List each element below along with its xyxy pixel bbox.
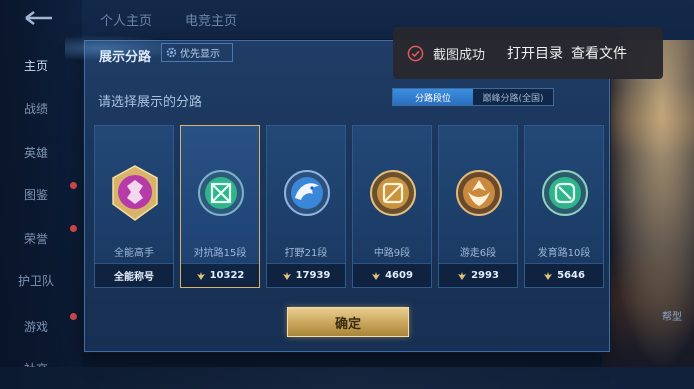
- route-card-all-rounder[interactable]: 全能高手 全能称号: [94, 125, 174, 288]
- tab-route-rank[interactable]: 分路段位: [393, 89, 473, 105]
- rank-score-icon: [372, 271, 381, 280]
- dialog-subtitle: 请选择展示的分路: [98, 95, 203, 110]
- bottom-bar: [0, 367, 694, 389]
- toast-message: 截图成功: [433, 46, 486, 62]
- rank-score-icon: [544, 271, 553, 280]
- notification-dot: [70, 182, 77, 189]
- sidebar-item-codex[interactable]: 图鉴: [24, 186, 48, 203]
- route-card-title: 全能称号: [114, 272, 154, 283]
- tab-esports-home[interactable]: 电竞主页: [185, 10, 237, 29]
- route-card-footer: 全能称号: [95, 263, 173, 287]
- sidebar-item-home[interactable]: 主页: [24, 57, 48, 74]
- sidebar-item-honor[interactable]: 荣誉: [24, 230, 48, 247]
- route-display-dialog: 展示分路 优先显示 请选择展示的分路 分路段位 巅峰分路(全国) 全能高手 全能…: [65, 35, 610, 352]
- route-card-name: 发育路10段: [537, 248, 591, 259]
- rank-score-icon: [458, 271, 467, 280]
- sidebar-item-heroes[interactable]: 英雄: [24, 144, 48, 161]
- tab-peak-route-national[interactable]: 巅峰分路(全国): [473, 89, 553, 105]
- route-card-score: 2993: [471, 270, 499, 281]
- route-card-mid-lane[interactable]: 中路9段 4609: [352, 125, 432, 288]
- route-card-score: 17939: [295, 270, 331, 281]
- route-card-footer: 2993: [439, 263, 517, 287]
- route-card-footer: 17939: [267, 263, 345, 287]
- screenshot-toast: 截图成功 打开目录 查看文件: [393, 27, 663, 79]
- clash-lane-emblem-icon: [198, 170, 244, 216]
- route-card-name: 全能高手: [114, 248, 154, 259]
- mid-lane-emblem-icon: [370, 170, 416, 216]
- priority-display-label: 优先显示: [180, 49, 220, 60]
- ranking-toggle: 分路段位 巅峰分路(全国): [392, 88, 554, 106]
- route-card-name: 打野21段: [284, 248, 328, 259]
- route-card-roam[interactable]: 游走6段 2993: [438, 125, 518, 288]
- view-file-link[interactable]: 查看文件: [571, 43, 627, 63]
- route-card-score: 4609: [385, 270, 413, 281]
- sidebar-item-guard[interactable]: 护卫队: [18, 272, 54, 289]
- notification-dot: [70, 225, 77, 232]
- route-card-name: 游走6段: [459, 248, 497, 259]
- route-card-score: 10322: [209, 270, 245, 281]
- roam-emblem-icon: [456, 170, 502, 216]
- sidebar-item-games[interactable]: 游戏: [24, 318, 48, 335]
- side-label[interactable]: 帮型: [662, 308, 682, 323]
- farm-lane-emblem-icon: [542, 170, 588, 216]
- route-card-footer: 10322: [181, 263, 259, 287]
- all-rounder-emblem-icon: [112, 165, 158, 221]
- sidebar-item-record[interactable]: 战绩: [24, 100, 48, 117]
- back-arrow-icon[interactable]: [20, 10, 56, 26]
- route-card-jungle[interactable]: 打野21段 17939: [266, 125, 346, 288]
- route-card-name: 中路9段: [373, 248, 411, 259]
- notification-dot: [70, 313, 77, 320]
- open-directory-link[interactable]: 打开目录: [507, 43, 563, 63]
- check-circle-icon: [407, 45, 424, 61]
- rank-score-icon: [282, 271, 291, 280]
- route-card-clash-lane[interactable]: 对抗路15段 10322: [180, 125, 260, 288]
- route-card-farm-lane[interactable]: 发育路10段 5646: [524, 125, 604, 288]
- tab-personal-home[interactable]: 个人主页: [100, 10, 152, 29]
- rank-score-icon: [196, 271, 205, 280]
- route-card-name: 对抗路15段: [193, 248, 247, 259]
- route-card-footer: 4609: [353, 263, 431, 287]
- gear-icon: [166, 47, 177, 58]
- confirm-button[interactable]: 确定: [287, 307, 409, 337]
- route-card-score: 5646: [557, 270, 585, 281]
- route-card-footer: 5646: [525, 263, 603, 287]
- priority-display-button[interactable]: 优先显示: [161, 43, 233, 62]
- jungle-emblem-icon: [284, 170, 330, 216]
- dialog-title: 展示分路: [99, 50, 152, 65]
